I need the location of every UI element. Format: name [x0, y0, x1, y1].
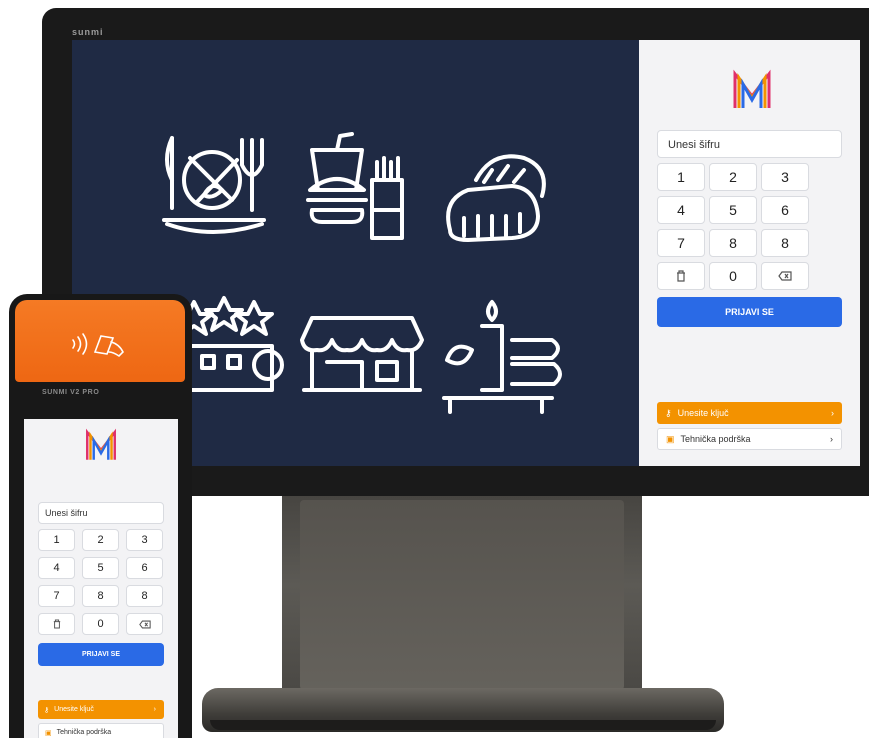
keypad-1[interactable]: 1: [38, 529, 75, 551]
backspace-icon: [138, 620, 151, 628]
handheld-nfc-head: [15, 300, 185, 382]
pin-input[interactable]: Unesi šifru: [657, 130, 842, 158]
app-logo: [86, 428, 116, 460]
keypad-4[interactable]: 4: [38, 557, 75, 579]
keypad-2[interactable]: 2: [709, 163, 757, 191]
handheld-brand: SUNMI V2 PRO: [42, 389, 100, 396]
keypad-8-right[interactable]: 8: [761, 229, 809, 257]
keypad-clear[interactable]: [657, 262, 705, 290]
support-icon: ▣: [666, 433, 675, 444]
contactless-icon: [72, 333, 124, 358]
support-icon: ▣: [45, 729, 52, 737]
restaurant-icon: [162, 136, 266, 234]
chevron-right-icon: ›: [831, 408, 834, 418]
chevron-right-icon: ›: [153, 706, 156, 713]
keypad-clear[interactable]: [38, 613, 75, 635]
keypad-0[interactable]: 0: [82, 613, 119, 635]
app-logo: [733, 69, 771, 108]
keypad-1[interactable]: 1: [657, 163, 705, 191]
pin-input[interactable]: Unesi šifru: [38, 502, 164, 524]
key-icon: ⚷: [44, 706, 50, 714]
keypad-3[interactable]: 3: [761, 163, 809, 191]
keypad-backspace[interactable]: [761, 262, 809, 290]
enter-key-button[interactable]: ⚷ Unesite ključ ›: [657, 402, 842, 424]
chevron-right-icon: ›: [830, 434, 833, 444]
keypad-4[interactable]: 4: [657, 196, 705, 224]
trash-icon: [677, 270, 685, 282]
keypad-6[interactable]: 6: [126, 557, 163, 579]
login-button[interactable]: PRIJAVI SE: [657, 297, 842, 327]
monitor-brand: sunmi: [72, 27, 104, 37]
enter-key-button[interactable]: ⚷ Unesite ključ ›: [38, 700, 164, 719]
support-button[interactable]: ▣ Tehnička podrška ›: [657, 428, 842, 450]
keypad-backspace[interactable]: [126, 613, 163, 635]
keypad-7[interactable]: 7: [38, 585, 75, 607]
support-label: Tehnička podrška: [680, 434, 751, 444]
login-button[interactable]: PRIJAVI SE: [38, 643, 164, 666]
spa-icon: [442, 300, 562, 414]
support-button[interactable]: ▣ Tehnička podrška: [38, 723, 164, 738]
enter-key-label: Unesite ključ: [677, 408, 729, 418]
keypad-7[interactable]: 7: [657, 229, 705, 257]
keypad-8-right[interactable]: 8: [126, 585, 163, 607]
key-icon: ⚷: [665, 407, 672, 418]
trash-icon: [53, 619, 60, 629]
enter-key-label: Unesite ključ: [54, 706, 94, 713]
keypad-8[interactable]: 8: [709, 229, 757, 257]
keypad-5[interactable]: 5: [709, 196, 757, 224]
keypad-2[interactable]: 2: [82, 529, 119, 551]
bakery-icon: [446, 154, 546, 242]
fast-food-icon: [306, 132, 404, 240]
keypad-0[interactable]: 0: [709, 262, 757, 290]
login-panel: Unesi šifru 1 2 3 4 5 6 7 8 8 0 PRIJAVI …: [639, 40, 860, 466]
monitor-base-edge: [210, 720, 716, 730]
monitor-stand-panel: [300, 500, 624, 690]
handheld-screen: Unesi šifru 1 2 3 4 5 6 7 8 8 0 PRIJAVI …: [24, 419, 178, 738]
keypad-5[interactable]: 5: [82, 557, 119, 579]
support-label: Tehnička podrška: [56, 729, 112, 736]
backspace-icon: [778, 271, 792, 281]
keypad-6[interactable]: 6: [761, 196, 809, 224]
keypad-3[interactable]: 3: [126, 529, 163, 551]
shop-icon: [300, 316, 424, 392]
keypad-8[interactable]: 8: [82, 585, 119, 607]
